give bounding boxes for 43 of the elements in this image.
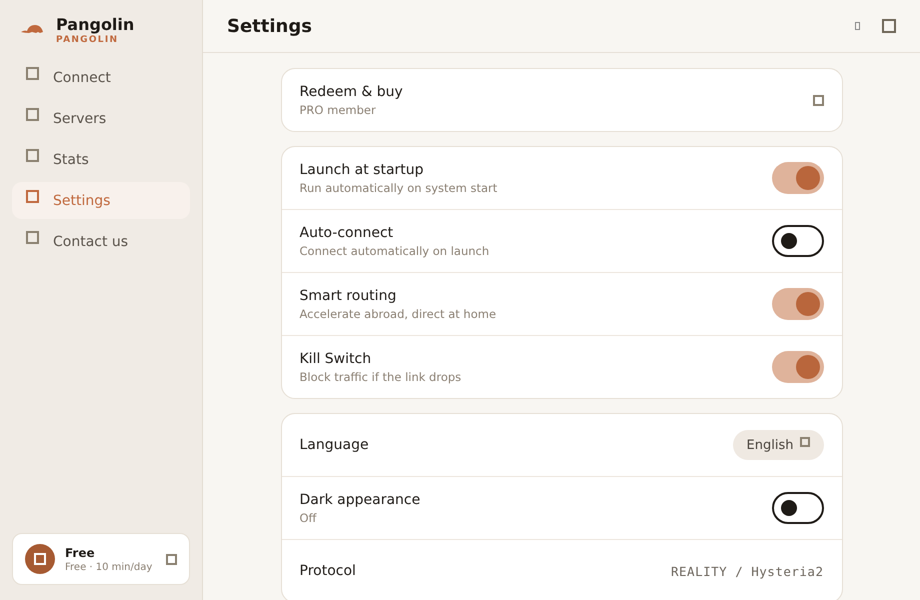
page-title: Settings: [227, 16, 313, 36]
small-glyph-icon[interactable]: [855, 22, 860, 30]
setting-title: Launch at startup: [300, 162, 425, 178]
setting-subtitle: Run automatically on system start: [300, 180, 498, 194]
sidebar-item[interactable]: Servers: [12, 100, 190, 137]
app-name: Pangolin: [56, 15, 134, 35]
setting-title: Auto-connect: [300, 224, 394, 240]
square-icon[interactable]: [882, 19, 896, 33]
setting-subtitle: Connect automatically on launch: [300, 244, 490, 258]
setting-title: Redeem & buy: [300, 84, 404, 100]
account-card[interactable]: Free Free · 10 min/day: [12, 533, 190, 585]
square-icon: [26, 231, 39, 244]
sidebar-item[interactable]: Connect: [12, 59, 190, 96]
setting-title: Kill Switch: [300, 350, 372, 366]
square-icon: [26, 190, 39, 203]
sidebar-item[interactable]: Settings: [12, 182, 190, 219]
plan-name: Free: [65, 546, 96, 560]
app-subtitle: PANGOLIN: [56, 35, 120, 45]
toggle-switch[interactable]: [772, 492, 824, 524]
toggle-switch[interactable]: [772, 162, 824, 194]
toggle-switch[interactable]: [772, 225, 824, 257]
toggle-switch[interactable]: [772, 351, 824, 383]
setting-title: Dark appearance: [300, 492, 422, 508]
setting-subtitle: Block traffic if the link drops: [300, 370, 462, 384]
square-icon[interactable]: [812, 94, 824, 106]
setting-subtitle: PRO member: [300, 102, 377, 116]
setting-subtitle: Off: [300, 510, 318, 524]
setting-subtitle: Accelerate abroad, direct at home: [300, 306, 498, 320]
setting-title: Smart routing: [300, 288, 398, 304]
language-dropdown[interactable]: English: [732, 430, 824, 460]
square-icon: [26, 67, 39, 80]
setting-title: Language: [300, 437, 370, 453]
avatar-icon: [25, 544, 55, 574]
square-icon: [26, 108, 39, 121]
sidebar-item[interactable]: Contact us: [12, 223, 190, 260]
setting-value: REALITY / Hysteria2: [671, 564, 824, 578]
toggle-switch[interactable]: [772, 288, 824, 320]
plan-detail: Free · 10 min/day: [65, 562, 154, 572]
pangolin-logo-icon: [20, 24, 44, 36]
square-icon: [26, 149, 39, 162]
square-icon: [166, 554, 177, 564]
setting-title: Protocol: [300, 563, 357, 579]
sidebar-item[interactable]: Stats: [12, 141, 190, 178]
